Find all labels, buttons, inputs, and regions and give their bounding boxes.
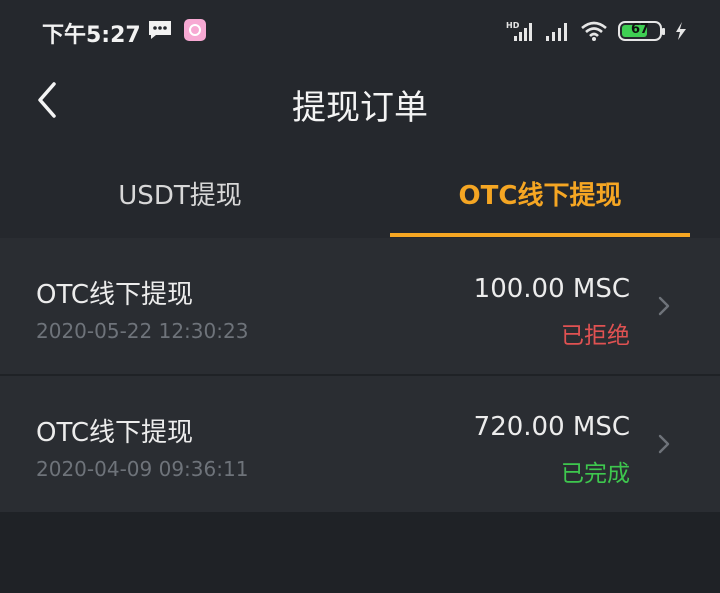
status-time: 下午5:27 xyxy=(42,23,141,48)
order-row[interactable]: OTC线下提现 2020-04-09 09:36:11 720.00 MSC 已… xyxy=(0,376,720,514)
page-title: 提现订单 xyxy=(292,88,428,128)
order-status: 已拒绝 xyxy=(561,323,630,349)
tab-bar: USDT提现 OTC线下提现 xyxy=(0,150,720,238)
battery-level: 67 xyxy=(630,22,650,37)
active-tab-indicator xyxy=(390,233,690,237)
tab-usdt-withdraw[interactable]: USDT提现 xyxy=(0,150,360,238)
order-status: 已完成 xyxy=(561,461,630,487)
tab-otc-withdraw[interactable]: OTC线下提现 xyxy=(360,150,720,238)
order-title: OTC线下提现 xyxy=(36,280,193,310)
status-icons: HD 67 xyxy=(506,16,690,46)
order-row[interactable]: OTC线下提现 2020-05-22 12:30:23 100.00 MSC 已… xyxy=(0,238,720,376)
order-list: OTC线下提现 2020-05-22 12:30:23 100.00 MSC 已… xyxy=(0,238,720,514)
signal-icon xyxy=(546,23,567,41)
order-title: OTC线下提现 xyxy=(36,418,193,448)
battery-icon: 67 xyxy=(618,21,665,41)
order-date: 2020-05-22 12:30:23 xyxy=(36,319,249,343)
order-amount: 100.00 MSC xyxy=(473,274,630,304)
order-amount: 720.00 MSC xyxy=(473,412,630,442)
charging-icon xyxy=(676,22,686,40)
wifi-icon xyxy=(581,21,607,41)
svg-text:HD: HD xyxy=(506,21,520,30)
chevron-right-icon xyxy=(658,434,670,454)
message-icon xyxy=(149,21,171,39)
nav-bar: 提现订单 xyxy=(0,64,720,150)
hd-signal-icon: HD xyxy=(506,21,532,41)
app-notification-icon xyxy=(184,19,206,41)
chevron-right-icon xyxy=(658,296,670,316)
status-bar: 下午5:27 HD 67 xyxy=(0,0,720,64)
order-date: 2020-04-09 09:36:11 xyxy=(36,457,249,481)
